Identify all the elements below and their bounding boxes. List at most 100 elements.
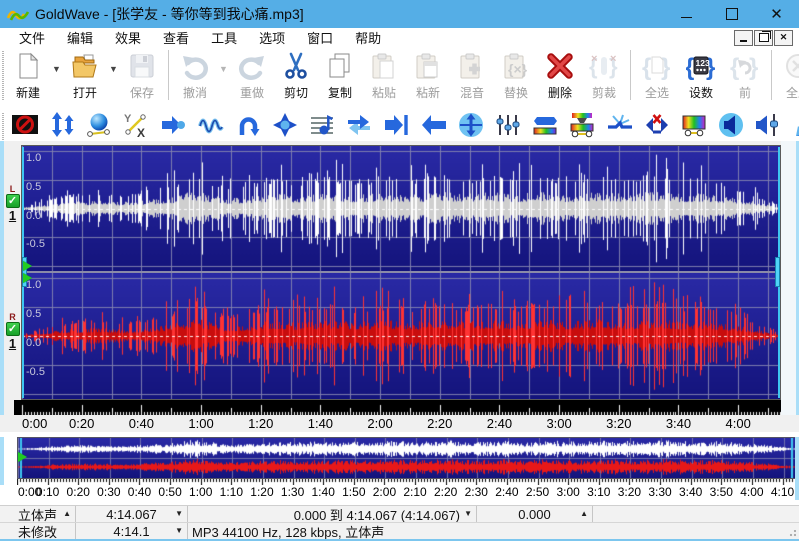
menu-2[interactable]: 效果 [104,28,152,47]
music-note-icon[interactable] [309,112,335,138]
circlex-button[interactable]: 全显 [776,47,799,105]
status-empty-cell [593,506,799,522]
modified-status-cell-text: 未修改 [18,523,57,539]
menu-0[interactable]: 文件 [8,28,56,47]
channel-r-checkbox[interactable]: ✓ [6,322,20,336]
selection-range-cell[interactable]: 0.000 到 4:14.067 (4:14.067)▼ [188,506,477,522]
new-label: 新建 [16,84,40,101]
replace-button[interactable]: {×}替换 [494,47,538,105]
swap-arrows-icon[interactable] [346,112,372,138]
prohibit-icon[interactable] [12,112,38,138]
mix-button[interactable]: 混音 [450,47,494,105]
uturn-arrow-icon[interactable] [235,112,261,138]
mdi-close-button[interactable]: ✕ [774,30,793,46]
overview-time-label: 2:40 [495,485,518,499]
mdi-minimize-button[interactable] [734,30,753,46]
channel-mode-cell[interactable]: 立体声▲ [0,506,76,522]
redo-button[interactable]: 重做 [230,47,274,105]
main-toolbar: 新建▼打开▼保存撤消▼重做剪切复制粘贴粘新混音{×}替换删除{}××剪裁{}全选… [0,47,799,109]
selection-length-cell[interactable]: 4:14.067▼ [76,506,188,522]
copy-icon [325,51,355,81]
spark-icon[interactable] [607,112,633,138]
open-button[interactable]: 打开 [63,47,107,105]
minimize-button[interactable] [664,0,709,28]
close-button[interactable]: ✕ [754,0,799,28]
overview-time-label: 3:40 [679,485,702,499]
xy-plot-icon[interactable]: YX [123,112,149,138]
position-cell-spinner-icon[interactable]: ▲ [580,510,588,518]
left-channel-waveform[interactable] [22,146,780,271]
prev-button[interactable]: {}前 [723,47,767,105]
selection-range-cell-spinner-icon[interactable]: ▼ [464,510,472,518]
wave-icon[interactable] [198,112,224,138]
trim-button[interactable]: {}××剪裁 [582,47,626,105]
cut-button[interactable]: 剪切 [274,47,318,105]
silence-remove-icon[interactable] [644,112,670,138]
selectall-button[interactable]: {}全选 [635,47,679,105]
end-marker-handle[interactable] [775,257,780,287]
menu-7[interactable]: 帮助 [344,28,392,47]
menu-3[interactable]: 查看 [152,28,200,47]
selection-length-cell-spinner-icon[interactable]: ▼ [175,510,183,518]
time-ruler[interactable] [14,400,781,415]
left-arrow-icon[interactable] [421,112,447,138]
pastenew-button[interactable]: 粘新 [406,47,450,105]
mix-icon [457,51,487,81]
menu-bar: 文件编辑效果查看工具选项窗口帮助 ✕ [0,28,799,47]
total-length-cell-text: 4:14.1 [113,524,149,539]
circlex-icon [783,51,799,81]
open-dropdown-arrow-icon[interactable]: ▼ [107,47,120,105]
title-bar: GoldWave - [张学友 - 等你等到我心痛.mp3] ✕ [0,0,799,28]
spectrum-bar-icon[interactable] [532,112,558,138]
save-button[interactable]: 保存 [120,47,164,105]
time-label: 0:20 [69,416,94,431]
spectrum-funnel-icon[interactable] [569,112,595,138]
speaker-icon[interactable] [718,112,744,138]
time-label: 0:00 [22,416,47,431]
menu-5[interactable]: 选项 [248,28,296,47]
undo-dropdown-arrow-icon[interactable]: ▼ [217,47,230,105]
time-label: 3:40 [666,416,691,431]
channel-number: 1 [9,336,16,352]
copy-button[interactable]: 复制 [318,47,362,105]
offset-right-icon[interactable] [160,112,186,138]
overview-waveform[interactable] [17,437,797,479]
new-dropdown-arrow-icon[interactable]: ▼ [50,47,63,105]
resize-grip[interactable] [788,530,796,538]
svg-text:{: { [642,54,651,81]
paste-button[interactable]: 粘贴 [362,47,406,105]
expand-vertical-icon[interactable] [458,112,484,138]
mdi-restore-button[interactable] [754,30,773,46]
overview-position-marker-icon[interactable] [18,452,27,462]
compass-burst-icon[interactable] [272,112,298,138]
sphere-node-icon[interactable] [86,112,112,138]
speaker-level-icon[interactable] [755,112,781,138]
total-length-cell[interactable]: 4:14.1 ▼ [76,523,188,539]
undo-button[interactable]: 撤消 [173,47,217,105]
playback-marker-top-icon[interactable] [23,261,32,271]
menu-1[interactable]: 编辑 [56,28,104,47]
new-button[interactable]: 新建 [6,47,50,105]
right-channel-waveform[interactable] [22,273,780,399]
position-cell[interactable]: 0.000▲ [477,506,593,522]
maximize-button[interactable] [709,0,754,28]
equalizer-icon[interactable] [495,112,521,138]
vertical-arrows-icon[interactable] [49,112,75,138]
format-info-cell-text: MP3 44100 Hz, 128 kbps, 立体声 [192,523,384,539]
spectrum-cart-icon[interactable] [681,112,707,138]
delete-label: 删除 [548,84,572,101]
delete-button[interactable]: 删除 [538,47,582,105]
playback-marker-bottom-icon[interactable] [23,273,32,283]
overview-time-label: 1:20 [250,485,273,499]
channel-l-checkbox[interactable]: ✓ [6,194,20,208]
menu-6[interactable]: 窗口 [296,28,344,47]
total-length-cell-spinner-icon[interactable]: ▼ [175,527,183,535]
overview-time-label: 3:30 [648,485,671,499]
redo-icon [237,51,267,81]
menu-4[interactable]: 工具 [200,28,248,47]
channel-mode-cell-spinner-icon[interactable]: ▲ [63,510,71,518]
pastenew-label: 粘新 [416,84,440,101]
setnum-button[interactable]: {}123设数 [679,47,723,105]
step-right-icon[interactable] [383,112,409,138]
corner-speaker-icon[interactable] [793,112,799,138]
